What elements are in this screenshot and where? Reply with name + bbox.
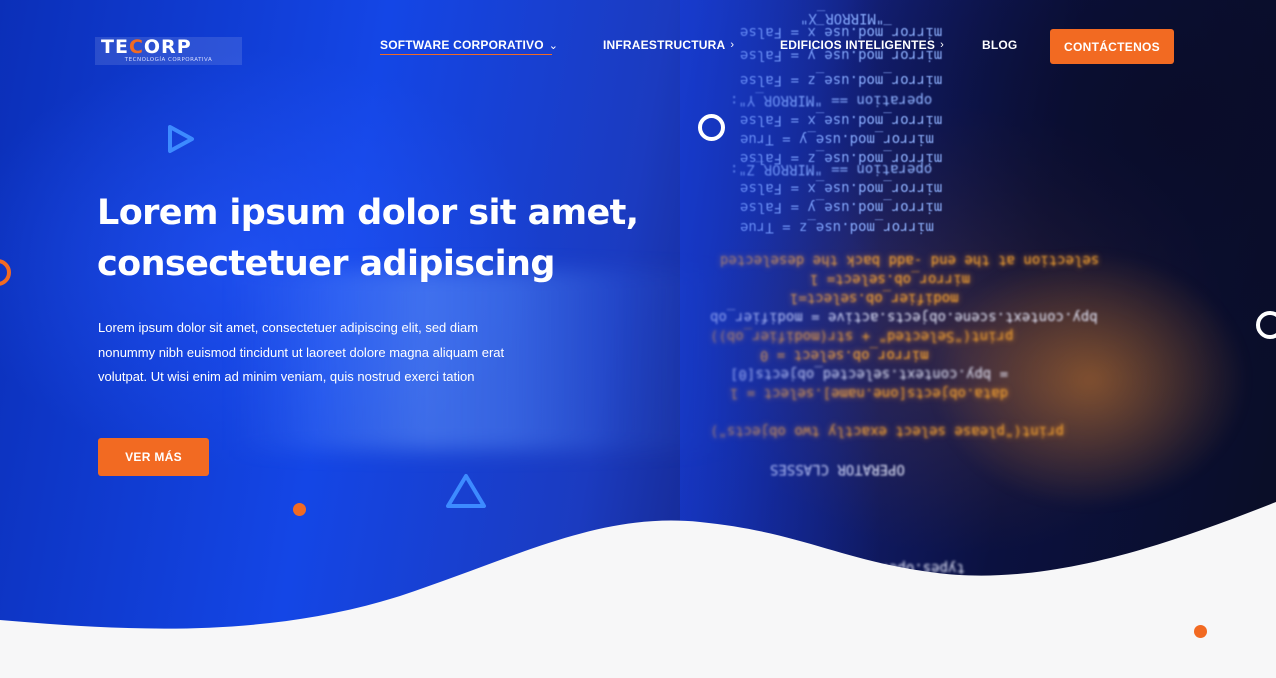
ring-icon [1256,311,1276,339]
nav-item-blog[interactable]: BLOG [982,38,1017,52]
nav-active-underline [380,54,552,55]
logo-tagline: TECNOLOGÍA CORPORATIVA [124,57,213,63]
nav-item-edificios-inteligentes[interactable]: EDIFICIOS INTELIGENTES › [780,38,944,52]
dot-icon [293,503,306,516]
ring-icon [698,114,725,141]
ver-mas-button[interactable]: VER MÁS [98,438,209,476]
chevron-down-icon: ⌄ [548,39,559,52]
play-triangle-icon [168,125,194,153]
nav-item-infraestructura[interactable]: INFRAESTRUCTURA › [603,38,734,52]
hero-title: Lorem ipsum dolor sit amet, consectetuer… [97,193,639,284]
chevron-right-icon: › [730,39,735,51]
outline-triangle-icon [446,474,486,508]
nav-item-software-corporativo[interactable]: SOFTWARE CORPORATIVO ⌄ [380,38,558,52]
tecorp-logo[interactable]: TECORP TECNOLOGÍA CORPORATIVA [95,37,242,65]
hero-section: "MIRROR_X"mirror_mod.use_x = Falsemirror… [0,0,1276,678]
hero-description: Lorem ipsum dolor sit amet, consectetuer… [98,320,505,384]
contact-button[interactable]: CONTÁCTENOS [1050,29,1174,64]
dot-icon [1194,625,1207,638]
chevron-right-icon: › [940,39,944,51]
